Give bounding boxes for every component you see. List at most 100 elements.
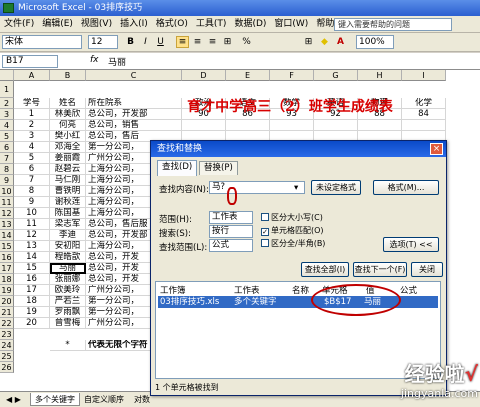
table-cell[interactable]: 曾雪梅: [50, 318, 86, 329]
search-select[interactable]: 按行: [209, 225, 253, 238]
table-cell[interactable]: 学号: [14, 98, 50, 109]
tab-custom-order[interactable]: 自定义顺序: [80, 393, 128, 406]
bold-button[interactable]: B: [124, 36, 137, 48]
table-cell[interactable]: 16: [14, 274, 50, 285]
row-header[interactable]: 18: [0, 274, 14, 285]
menu-format[interactable]: 格式(O): [152, 16, 192, 33]
menu-edit[interactable]: 编辑(E): [38, 16, 77, 33]
tab-multi-key[interactable]: 多个关键字: [30, 393, 80, 406]
table-cell[interactable]: 邓海全: [50, 142, 86, 153]
table-cell[interactable]: 10: [14, 208, 50, 219]
align-left-icon[interactable]: ≡: [191, 36, 204, 48]
format-status-button[interactable]: 未设定格式: [311, 180, 361, 195]
table-cell[interactable]: 欧美玲: [50, 285, 86, 296]
row-header[interactable]: 25: [0, 351, 14, 362]
table-cell[interactable]: 19: [14, 307, 50, 318]
column-header[interactable]: F: [270, 70, 314, 81]
table-cell[interactable]: 马丽: [50, 263, 86, 274]
table-cell[interactable]: 林美欣: [50, 109, 86, 120]
row-header[interactable]: 10: [0, 186, 14, 197]
menu-tools[interactable]: 工具(T): [192, 16, 231, 33]
table-cell[interactable]: [358, 120, 402, 131]
table-cell[interactable]: [402, 120, 446, 131]
row-header[interactable]: 6: [0, 142, 14, 153]
merge-cells-icon[interactable]: ⊞: [221, 36, 234, 48]
row-header[interactable]: 3: [0, 109, 14, 120]
table-cell[interactable]: 15: [14, 263, 50, 274]
table-cell[interactable]: 罗雨飘: [50, 307, 86, 318]
match-width-checkbox[interactable]: 区分全/半角(B): [261, 238, 325, 249]
table-cell[interactable]: [270, 120, 314, 131]
table-cell[interactable]: 姓名: [50, 98, 86, 109]
table-cell[interactable]: 张丽娜: [50, 274, 86, 285]
table-cell[interactable]: 安初阳: [50, 241, 86, 252]
format-button[interactable]: 格式(M)...: [373, 180, 439, 195]
row-header[interactable]: 15: [0, 241, 14, 252]
match-cell-checkbox[interactable]: ✓ 单元格匹配(O): [261, 225, 324, 236]
row-header[interactable]: 24: [0, 340, 14, 351]
column-header[interactable]: A: [14, 70, 50, 81]
table-cell[interactable]: 11: [14, 219, 50, 230]
name-box[interactable]: B17: [2, 55, 58, 68]
row-header[interactable]: 5: [0, 131, 14, 142]
table-cell[interactable]: 18: [14, 296, 50, 307]
menu-view[interactable]: 视图(V): [77, 16, 116, 33]
table-cell[interactable]: 何亮: [50, 120, 86, 131]
close-button[interactable]: 关闭: [411, 262, 443, 277]
scope-select[interactable]: 工作表: [209, 211, 253, 224]
zoom-select[interactable]: 100%: [356, 35, 394, 49]
table-cell[interactable]: 程皓歆: [50, 252, 86, 263]
table-cell[interactable]: [314, 120, 358, 131]
table-cell[interactable]: 李迪: [50, 230, 86, 241]
align-right-icon[interactable]: ≡: [206, 36, 219, 48]
close-icon[interactable]: ×: [430, 143, 443, 155]
find-next-button[interactable]: 查找下一个(F): [353, 262, 407, 277]
italic-button[interactable]: I: [139, 36, 152, 48]
table-cell[interactable]: 严若兰: [50, 296, 86, 307]
table-cell[interactable]: 姜丽霞: [50, 153, 86, 164]
row-header[interactable]: 7: [0, 153, 14, 164]
table-cell[interactable]: 梁志军: [50, 219, 86, 230]
underline-button[interactable]: U: [154, 36, 167, 48]
row-header[interactable]: 2: [0, 98, 14, 109]
table-cell[interactable]: 赵碧云: [50, 164, 86, 175]
row-header[interactable]: 1: [0, 81, 14, 98]
table-cell[interactable]: 9: [14, 197, 50, 208]
options-button[interactable]: 选项(T) <<: [383, 237, 439, 252]
row-header[interactable]: 26: [0, 362, 14, 373]
table-cell[interactable]: [182, 120, 226, 131]
row-header[interactable]: 20: [0, 296, 14, 307]
match-case-checkbox[interactable]: 区分大小写(C): [261, 212, 323, 223]
table-cell[interactable]: [226, 120, 270, 131]
menu-window[interactable]: 窗口(W): [270, 16, 312, 33]
row-header[interactable]: 16: [0, 252, 14, 263]
row-header[interactable]: 22: [0, 318, 14, 329]
row-header[interactable]: 13: [0, 219, 14, 230]
table-cell[interactable]: 7: [14, 175, 50, 186]
table-cell[interactable]: 1: [14, 109, 50, 120]
table-cell[interactable]: 20: [14, 318, 50, 329]
font-color-icon[interactable]: A: [334, 36, 347, 48]
table-cell[interactable]: 13: [14, 241, 50, 252]
formula-value[interactable]: 马丽: [108, 55, 126, 68]
table-cell[interactable]: 曹铁明: [50, 186, 86, 197]
row-header[interactable]: 4: [0, 120, 14, 131]
table-cell[interactable]: 马仁刚: [50, 175, 86, 186]
tab-replace[interactable]: 替换(P): [199, 161, 238, 175]
fx-icon[interactable]: fx: [90, 55, 99, 65]
table-cell[interactable]: 5: [14, 153, 50, 164]
align-center-icon[interactable]: ≡: [176, 36, 189, 48]
menu-insert[interactable]: 插入(I): [116, 16, 152, 33]
column-header[interactable]: D: [182, 70, 226, 81]
tab-nav-icon[interactable]: ◀ ▶: [2, 393, 25, 406]
font-select[interactable]: 宋体: [2, 35, 82, 49]
select-all-corner[interactable]: [0, 70, 14, 81]
table-cell[interactable]: 谢秋莲: [50, 197, 86, 208]
help-question-input[interactable]: 键入需要帮助的问题: [334, 18, 452, 31]
row-header[interactable]: 9: [0, 175, 14, 186]
table-cell[interactable]: 樊小红: [50, 131, 86, 142]
chevron-down-icon[interactable]: ▾: [294, 183, 298, 193]
find-input[interactable]: 马?: [209, 181, 305, 194]
column-header[interactable]: E: [226, 70, 270, 81]
row-header[interactable]: 11: [0, 197, 14, 208]
